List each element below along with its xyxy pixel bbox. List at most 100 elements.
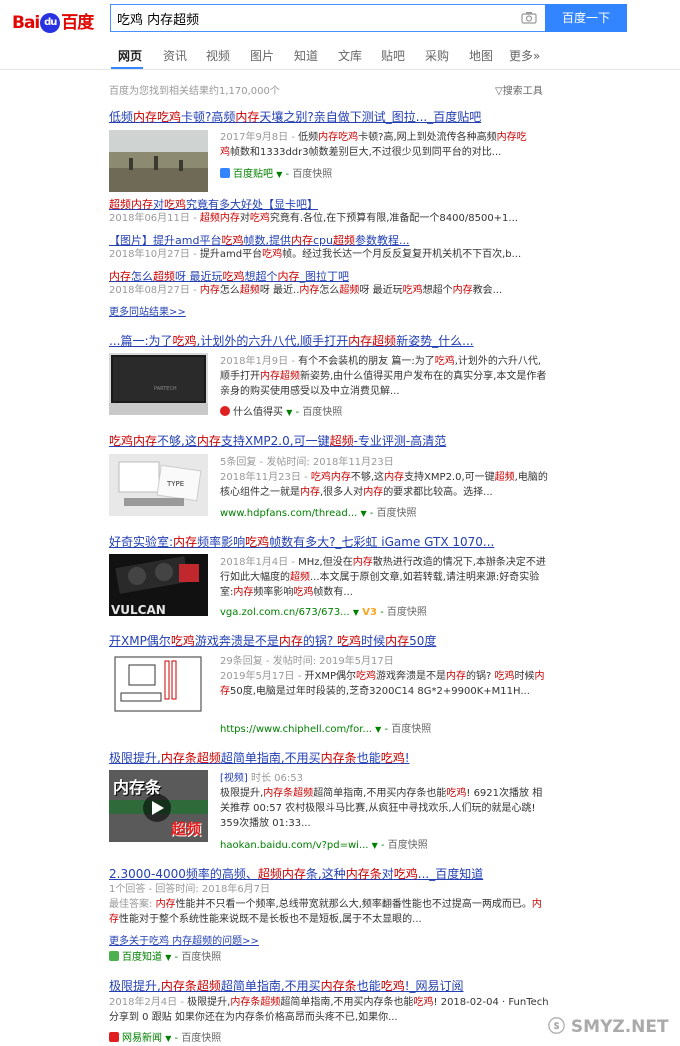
result-title[interactable]: 好奇实验室:内存频率影响吃鸡帧数有多大?_七彩虹 iGame GTX 1070.… — [109, 533, 494, 550]
sub-result-link: 内存怎么超频呀 最近玩吃鸡想超个内存_图拉丁吧 — [109, 270, 349, 283]
result-link: 好奇实验室:内存频率影响吃鸡帧数有多大?_七彩虹 iGame GTX 1070.… — [109, 535, 495, 549]
result-link: 极限提升,内存条超频超简单指南,不用买内存条也能吃鸡!_网易订阅 — [109, 979, 464, 993]
logo-text: 百度 — [61, 13, 94, 33]
snapshot-link[interactable]: 百度快照 — [391, 724, 431, 735]
result-link: 开XMP偶尔吃鸡游戏奔溃是不是内存的锅? 吃鸡时候内存50度 — [109, 634, 437, 648]
result-abstract: 2018年1月9日 - 有个不会装机的朋友 篇一:为了吃鸡,计划外的六升八代,顺… — [220, 356, 547, 397]
snapshot-link[interactable]: 百度快照 — [302, 407, 342, 418]
sub-result-title[interactable]: 内存怎么超频呀 最近玩吃鸡想超个内存_图拉丁吧 — [109, 268, 349, 284]
sub-result-abstract: 2018年08月27日 - 内存怎么超频呀 最近..内存怎么超频呀 最近玩吃鸡想… — [109, 285, 503, 296]
battlefield-thumbnail — [109, 130, 208, 192]
search-input[interactable] — [117, 8, 507, 28]
result-link: 极限提升,内存条超频超简单指南,不用买内存条也能吃鸡! — [109, 751, 410, 765]
result-thumbnail[interactable] — [109, 653, 208, 715]
dropdown-arrow-icon[interactable]: ▼ — [165, 953, 171, 962]
result-link: 吃鸡内存不够,这内存支持XMP2.0,可一键超频-专业评测-高清范 — [109, 434, 447, 448]
search-tools-label: 搜索工具 — [502, 86, 543, 97]
svg-text:TYPE: TYPE — [166, 480, 184, 488]
active-tab-underline — [111, 67, 143, 69]
sub-result-title[interactable]: 超频内存对吃鸡究竟有多大好处【显卡吧】 — [109, 196, 318, 212]
result-thumbnail[interactable] — [109, 130, 208, 192]
motherboard-diagram-thumbnail — [109, 653, 208, 715]
result-link: ...篇一:为了吃鸡,计划外的六升八代,顺手打开内存超频新姿势_什么... — [109, 334, 474, 348]
watermark: ⓢ SMYZ.NET — [548, 1017, 669, 1037]
sub-result-abstract: 2018年10月27日 - 提升amd平台吃鸡帧。经过我长达一个月反反复复开机关… — [109, 249, 522, 260]
tab-video[interactable]: 视频 — [206, 47, 230, 64]
tab-map[interactable]: 地图 — [469, 47, 493, 64]
sub-result-link: 【图片】提升amd平台吃鸡帧数,提供内存cpu超频参数教程... — [109, 234, 410, 247]
thumb-caption-top: 内存条 — [113, 778, 162, 797]
snapshot-link[interactable]: 百度快照 — [387, 607, 427, 618]
more-site-results-link[interactable]: 更多同站结果>> — [109, 303, 186, 318]
tab-caigou[interactable]: 采购 — [425, 47, 449, 64]
result-title[interactable]: ...篇一:为了吃鸡,计划外的六升八代,顺手打开内存超频新姿势_什么... — [109, 332, 474, 349]
baidu-logo[interactable]: Bai du 百度 — [12, 8, 104, 33]
result-source[interactable]: https://www.chiphell.com/for... ▼ - 百度快照 — [220, 720, 431, 735]
result-title[interactable]: 极限提升,内存条超频超简单指南,不用买内存条也能吃鸡!_网易订阅 — [109, 977, 464, 994]
result-source[interactable]: 百度知道 ▼ - 百度快照 — [109, 948, 221, 963]
result-abstract: 2017年9月8日 - 低频内存吃鸡卡顿?高,网上到处流传各种高频内存吃 鸡帧数和… — [220, 132, 527, 158]
netease-icon — [109, 1032, 119, 1042]
dropdown-arrow-icon[interactable]: ▼ — [165, 1034, 171, 1043]
tab-news[interactable]: 资讯 — [163, 47, 187, 64]
result-title[interactable]: 吃鸡内存不够,这内存支持XMP2.0,可一键超频-专业评测-高清范 — [109, 432, 446, 449]
more-questions-link[interactable]: 更多关于吃鸡 内存超频的问题>> — [109, 932, 259, 947]
result-source[interactable]: 什么值得买 ▼ - 百度快照 — [220, 403, 342, 418]
zhidao-icon — [109, 951, 119, 961]
snapshot-link[interactable]: 百度快照 — [377, 508, 417, 519]
result-thumbnail[interactable]: VULCAN — [109, 554, 208, 616]
result-source[interactable]: 网易新闻 ▼ - 百度快照 — [109, 1029, 221, 1044]
snapshot-link[interactable]: 百度快照 — [181, 1033, 221, 1044]
result-source[interactable]: vga.zol.com.cn/673/673... ▼ V3 - 百度快照 — [220, 603, 427, 618]
result-abstract: 29条回复 - 发帖时间: 2019年5月17日 2019年5月17日 - 开XM… — [220, 656, 545, 697]
search-tools[interactable]: ▽搜索工具 — [495, 82, 543, 97]
dropdown-arrow-icon[interactable]: ▼ — [375, 725, 381, 734]
paw-icon: du — [40, 13, 61, 33]
thumb-caption-bottom: 超频 — [171, 820, 202, 838]
result-title[interactable]: 2.3000-4000频率的高频、超频内存条,这种内存条对吃鸡..._百度知道 — [109, 865, 483, 882]
snapshot-link[interactable]: 百度快照 — [388, 840, 428, 851]
search-box[interactable] — [110, 4, 548, 32]
search-button[interactable]: 百度一下 — [545, 4, 627, 32]
tab-zhidao[interactable]: 知道 — [294, 47, 318, 64]
monitor-thumbnail: PARTECH — [109, 353, 208, 415]
result-abstract: 最佳答案: 内存性能并不只看一个频率,总线带宽就那么大,频率翻番性能也不过提高一… — [109, 899, 542, 925]
sub-result-title[interactable]: 【图片】提升amd平台吃鸡帧数,提供内存cpu超频参数教程... — [109, 232, 409, 248]
result-abstract: 5条回复 - 发帖时间: 2018年11月23日 2018年11月23日 - 吃鸡… — [220, 457, 548, 498]
result-meta: 1个回答 - 回答时间: 2018年6月7日 — [109, 884, 271, 895]
result-title[interactable]: 开XMP偶尔吃鸡游戏奔溃是不是内存的锅? 吃鸡时候内存50度 — [109, 632, 436, 649]
tab-wenku[interactable]: 文库 — [338, 47, 362, 64]
result-thumbnail[interactable]: TYPE — [109, 454, 208, 516]
snapshot-link[interactable]: 百度快照 — [292, 169, 332, 180]
result-abstract: 2018年1月4日 - MHz,但没在内存散热进行改造的情况下,本辦条决定不进行… — [220, 557, 546, 598]
dropdown-arrow-icon[interactable]: ▼ — [372, 841, 378, 850]
snapshot-link[interactable]: 百度快照 — [181, 952, 221, 963]
sub-result-abstract: 2018年06月11日 - 超频内存对吃鸡究竟有.各位,在下预算有限,准备配一个… — [109, 213, 518, 224]
vulcan-gpu-thumbnail: VULCAN — [109, 554, 208, 616]
result-abstract: [视频] 时长 06:53 极限提升,内存条超频超简单指南,不用买内存条也能吃鸡!… — [220, 773, 543, 829]
result-title[interactable]: 极限提升,内存条超频超简单指南,不用买内存条也能吃鸡! — [109, 749, 410, 766]
dropdown-arrow-icon[interactable]: ▼ — [353, 608, 359, 617]
camera-icon[interactable] — [521, 11, 537, 24]
result-source[interactable]: haokan.baidu.com/v?pd=wi... ▼ - 百度快照 — [220, 836, 428, 851]
dropdown-arrow-icon[interactable]: ▼ — [360, 509, 366, 518]
tab-more[interactable]: 更多» — [509, 47, 540, 64]
result-thumbnail[interactable]: PARTECH — [109, 353, 208, 415]
tab-images[interactable]: 图片 — [250, 47, 274, 64]
result-source[interactable]: www.hdpfans.com/thread... ▼ - 百度快照 — [220, 504, 417, 519]
smzdm-icon — [220, 406, 230, 416]
svg-text:VULCAN: VULCAN — [111, 603, 166, 616]
result-abstract: 2018年2月4日 - 极限提升,内存条超频超简单指南,不用买内存条也能吃鸡! … — [109, 997, 549, 1023]
dropdown-arrow-icon[interactable]: ▼ — [276, 170, 282, 179]
result-count: 百度为您找到相关结果约1,170,000个 — [109, 86, 280, 97]
tab-tieba[interactable]: 贴吧 — [381, 47, 405, 64]
video-thumbnail[interactable]: 内存条 超频 — [109, 770, 208, 842]
dropdown-arrow-icon[interactable]: ▼ — [286, 408, 292, 417]
result-title[interactable]: 低频内存吃鸡卡顿?高频内存天壤之别?亲自做下测试_图拉..._百度贴吧 — [109, 108, 481, 125]
tab-web[interactable]: 网页 — [118, 47, 142, 64]
v3-badge[interactable]: V3 — [362, 607, 377, 618]
filter-icon: ▽ — [495, 86, 503, 97]
result-source[interactable]: 百度贴吧 ▼ - 百度快照 — [220, 165, 332, 180]
result-link: 低频内存吃鸡卡顿?高频内存天壤之别?亲自做下测试_图拉..._百度贴吧 — [109, 110, 482, 124]
sub-result-link: 超频内存对吃鸡究竟有多大好处【显卡吧】 — [109, 198, 318, 211]
